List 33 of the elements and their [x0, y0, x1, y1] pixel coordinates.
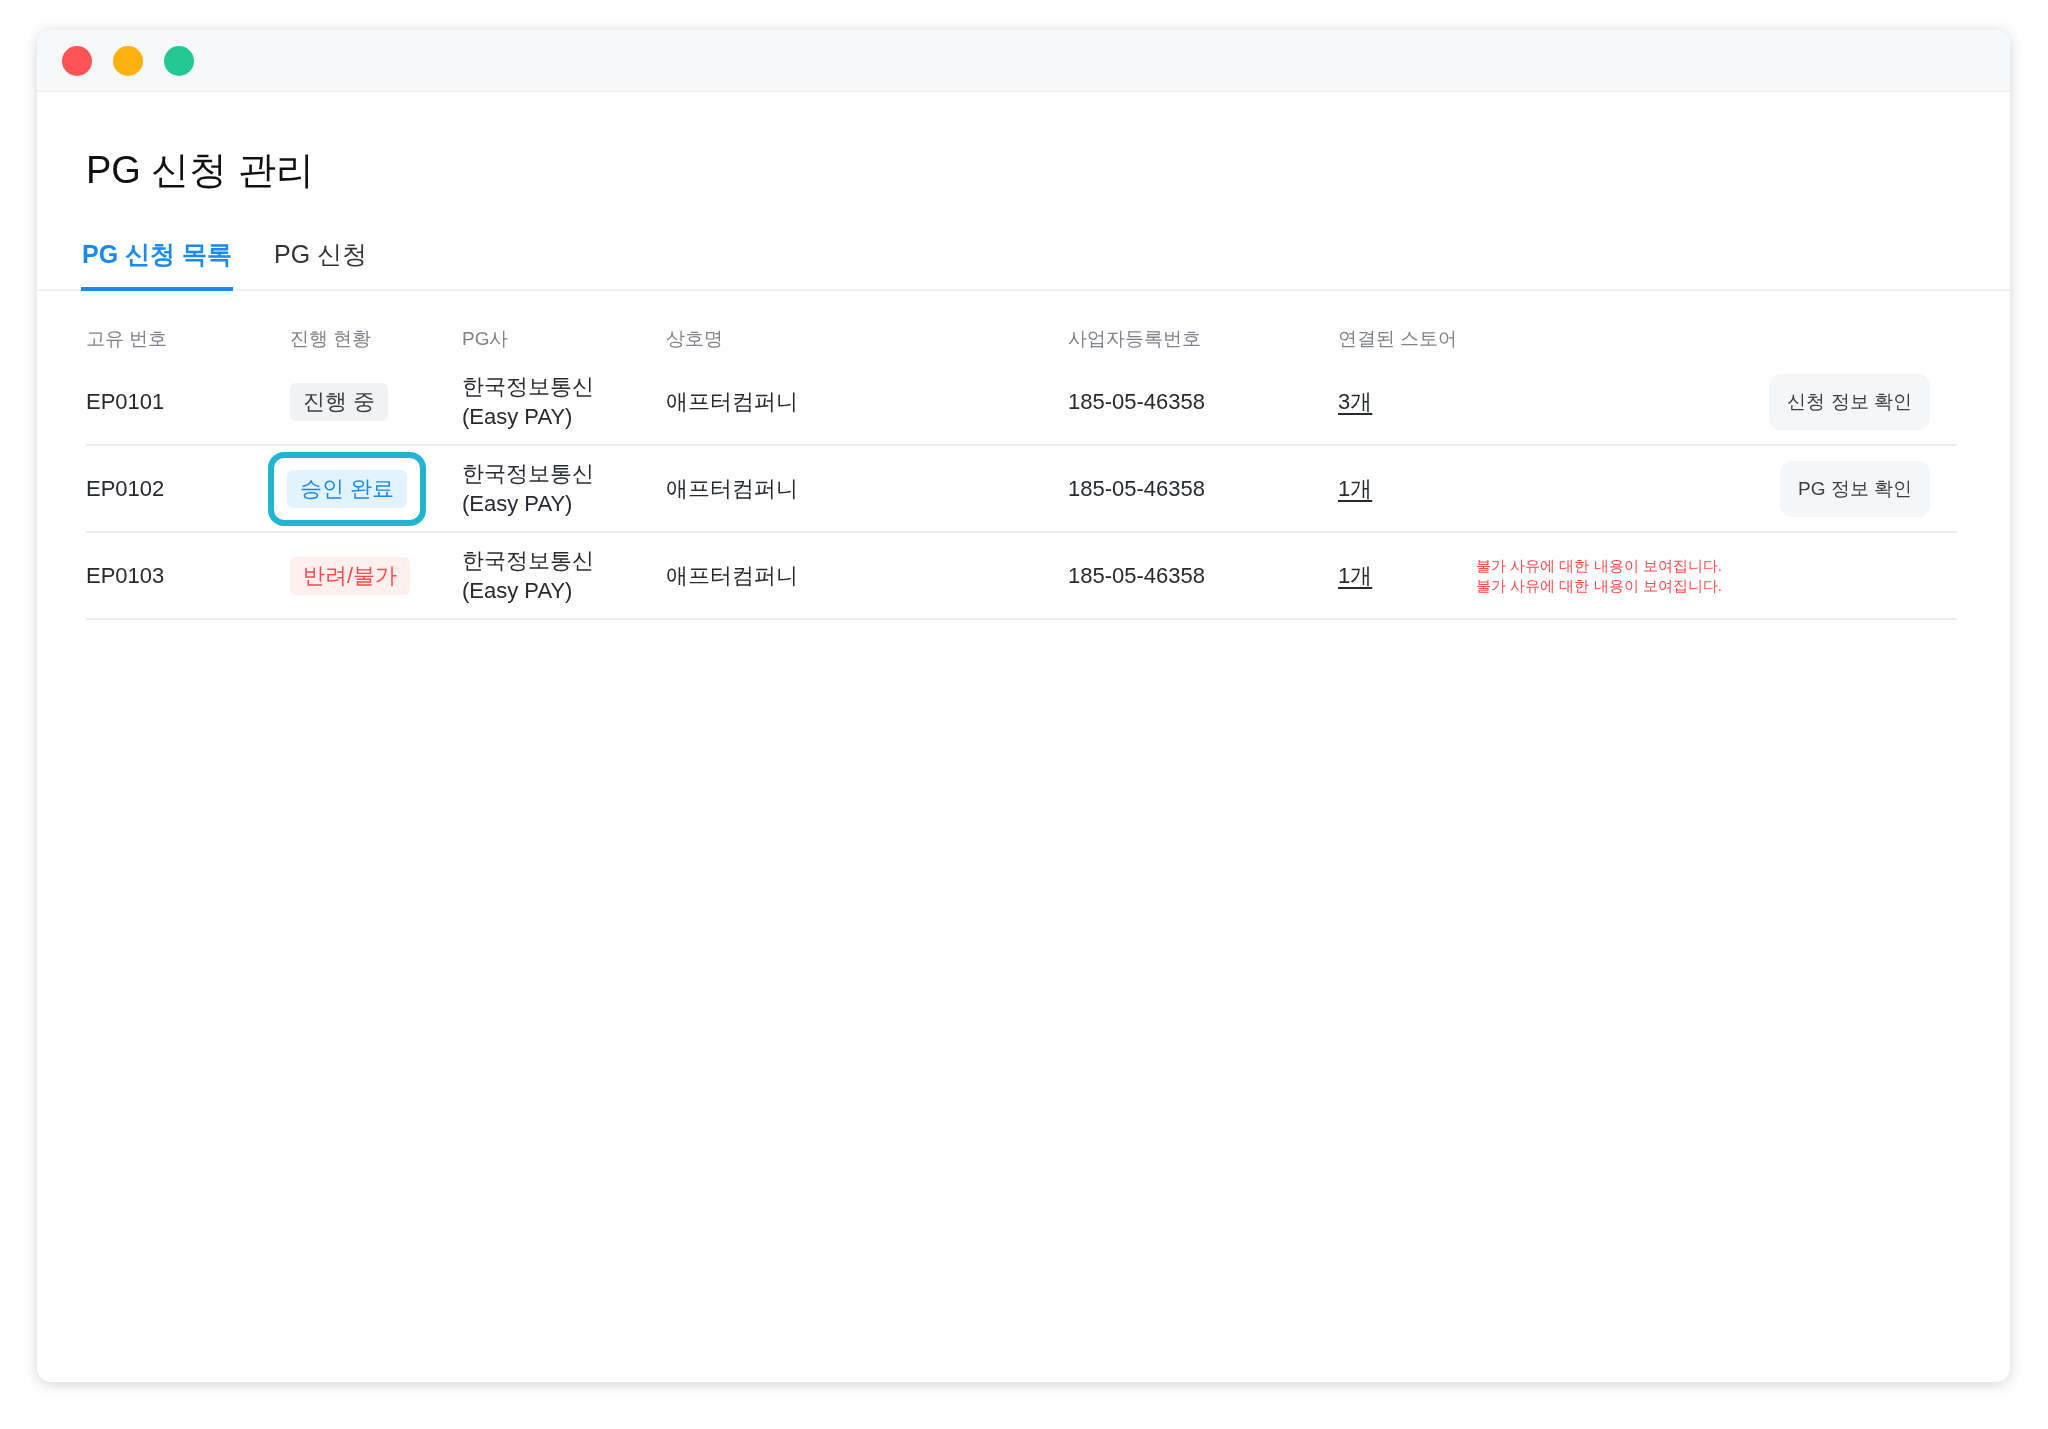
- table-cell-text: 애프터컴퍼니: [666, 474, 799, 503]
- page-title: PG 신청 관리: [85, 148, 316, 193]
- tab[interactable]: PG 신청 목록: [81, 238, 233, 291]
- column-header: 고유 번호: [86, 327, 169, 351]
- window-button[interactable]: [62, 45, 92, 76]
- store-count-link[interactable]: 1개: [1338, 562, 1373, 588]
- table-cell-text: EP0102: [86, 474, 166, 503]
- window-button[interactable]: [164, 45, 194, 76]
- column-header: PG사: [462, 327, 510, 351]
- table-cell-text: 한국정보통신 (Easy PAY): [462, 372, 595, 431]
- info-button[interactable]: PG 정보 확인: [1780, 460, 1930, 517]
- table-cell-text: 한국정보통신 (Easy PAY): [462, 546, 595, 605]
- table-cell-text: EP0103: [86, 561, 166, 590]
- table-cell-text: 애프터컴퍼니: [666, 561, 799, 590]
- table-cell-text: 185-05-46358: [1068, 474, 1206, 503]
- table-cell-text: 한국정보통신 (Easy PAY): [462, 459, 595, 518]
- info-button[interactable]: 신청 정보 확인: [1769, 373, 1930, 430]
- status-badge: 진행 중: [290, 382, 389, 421]
- column-header: 상호명: [666, 327, 724, 351]
- tab[interactable]: PG 신청: [273, 238, 369, 291]
- column-header: 사업자등록번호: [1068, 327, 1202, 351]
- status-badge: 승인 완료: [287, 469, 408, 508]
- table-cell-text: 185-05-46358: [1068, 387, 1206, 416]
- store-count-link[interactable]: 3개: [1338, 388, 1373, 414]
- status-badge: 반려/불가: [290, 556, 411, 595]
- table-cell-text: EP0101: [86, 387, 166, 416]
- table-cell-text: 애프터컴퍼니: [666, 387, 799, 416]
- column-header: 진행 현황: [290, 327, 373, 351]
- column-header: 연결된 스토어: [1338, 327, 1459, 351]
- rejection-reason: 불가 사유에 대한 내용이 보여집니다. 불가 사유에 대한 내용이 보여집니다.: [1476, 555, 1722, 596]
- store-count-link[interactable]: 1개: [1338, 475, 1373, 501]
- table-cell-text: 185-05-46358: [1068, 561, 1206, 590]
- window-button[interactable]: [113, 45, 143, 76]
